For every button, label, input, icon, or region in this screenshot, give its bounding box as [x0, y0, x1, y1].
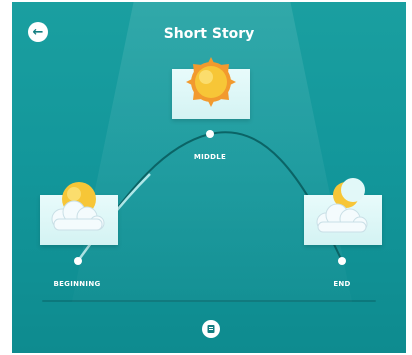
middle-card[interactable]: [172, 57, 250, 119]
beginning-card[interactable]: [40, 182, 118, 245]
beginning-label: BEGINNING: [53, 280, 101, 288]
story-arc-screen: ← Short Story MIDDLE BEGINNING END: [12, 2, 406, 353]
sun-behind-cloud-icon: [51, 182, 105, 231]
floor-shadow: [42, 300, 376, 302]
middle-point[interactable]: [206, 130, 214, 138]
sun-icon: [186, 57, 236, 107]
end-point[interactable]: [338, 257, 346, 265]
moon-behind-cloud-icon: [316, 178, 368, 233]
end-card[interactable]: [304, 178, 382, 245]
bottom-action-button[interactable]: [202, 320, 220, 338]
middle-label: MIDDLE: [193, 153, 227, 161]
beginning-point[interactable]: [74, 257, 82, 265]
book-icon: [207, 325, 215, 333]
end-label: END: [333, 280, 351, 288]
